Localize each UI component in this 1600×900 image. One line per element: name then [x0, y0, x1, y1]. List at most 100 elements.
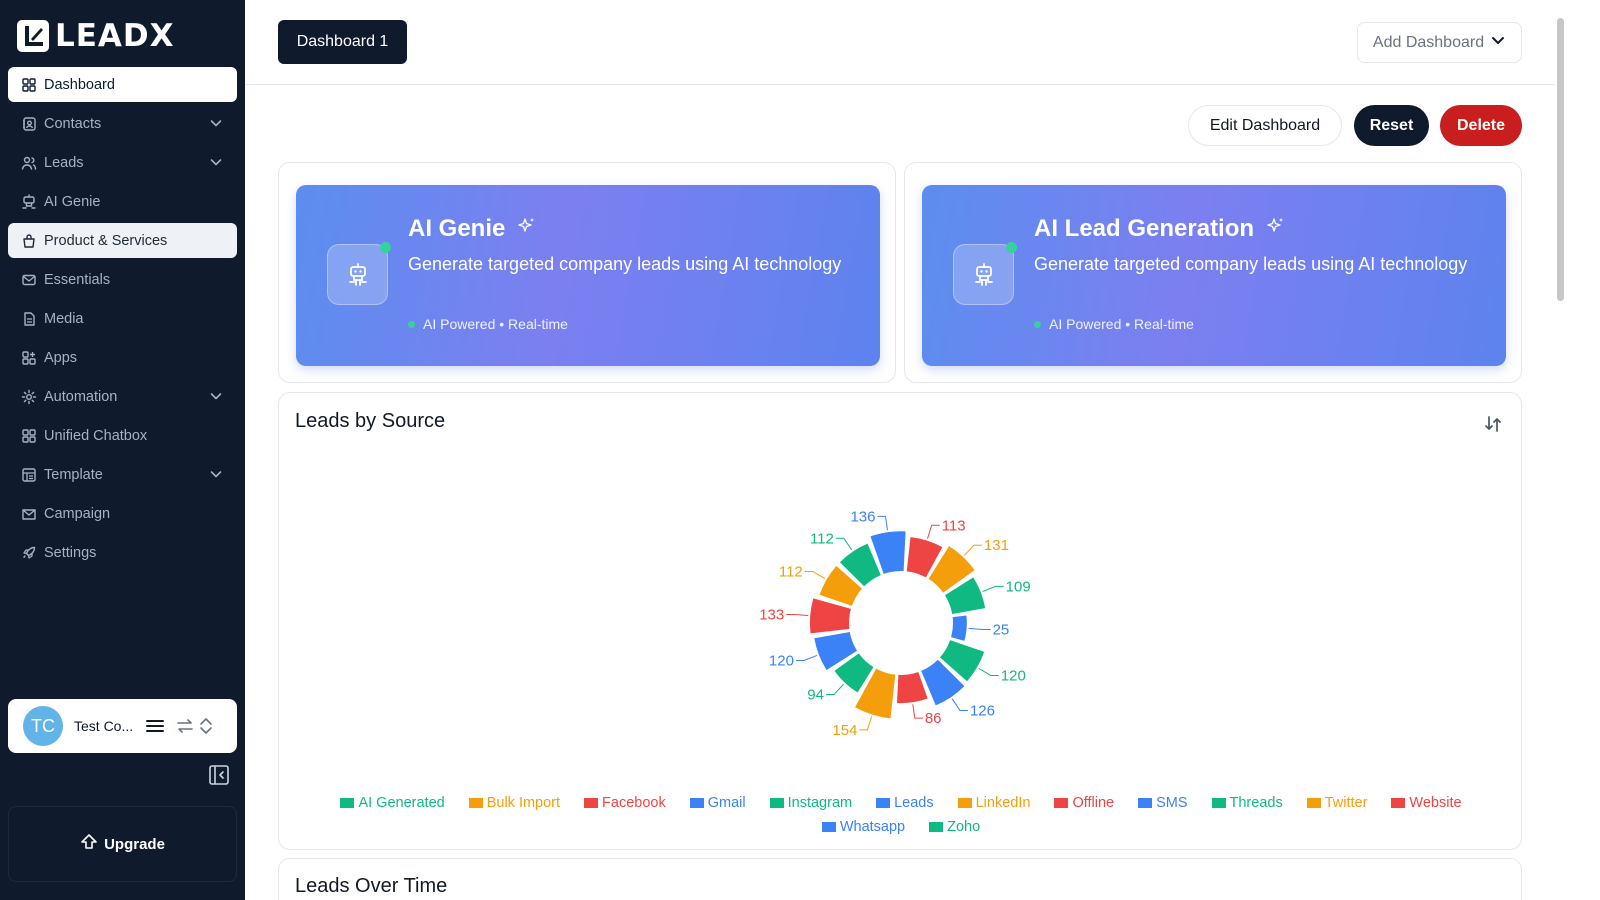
sidebar-nav: Dashboard Contacts Leads AI Genie Product & … — [8, 67, 237, 574]
chart-legend: AI Generated Bulk Import Facebook Gmail Inst… — [279, 795, 1523, 835]
bag-icon — [21, 233, 37, 249]
label-line — [795, 654, 818, 662]
ai-genie-card: AI Genie Generate targeted company leads… — [278, 162, 896, 383]
sidebar-item-ai-genie[interactable]: AI Genie — [8, 184, 237, 219]
legend-item-whatsapp[interactable]: Whatsapp — [821, 819, 906, 835]
leads-over-time-card: Leads Over Time — [278, 858, 1522, 900]
label-line — [786, 613, 809, 617]
legend-item-zoho[interactable]: Zoho — [929, 819, 980, 835]
sidebar-item-product-and-services[interactable]: Product & Services — [8, 223, 237, 258]
legend-item-bulk-import[interactable]: Bulk Import — [468, 795, 561, 811]
legend-item-facebook[interactable]: Facebook — [584, 795, 666, 811]
avatar[interactable]: TC — [23, 706, 63, 746]
user-name: Test Co... — [74, 718, 134, 734]
donut-slice[interactable] — [951, 615, 967, 641]
chevron-down-icon[interactable] — [209, 467, 223, 481]
ai-genie-banner[interactable]: AI Genie Generate targeted company leads… — [296, 185, 880, 366]
sidebar-item-label: Dashboard — [44, 76, 115, 93]
card-title: Leads Over Time — [295, 875, 448, 897]
collapse-sidebar-icon[interactable] — [208, 764, 230, 786]
switch-icon[interactable] — [174, 715, 196, 737]
donut-slice[interactable] — [809, 598, 851, 634]
edit-dashboard-button[interactable]: Edit Dashboard — [1188, 105, 1342, 146]
sidebar-item-apps[interactable]: Apps — [8, 340, 237, 375]
logo-icon — [17, 20, 49, 52]
sidebar-item-leads[interactable]: Leads — [8, 145, 237, 180]
scrollbar-thumb[interactable] — [1557, 18, 1564, 301]
legend-swatch — [876, 798, 891, 808]
sidebar-item-label: Automation — [44, 388, 118, 405]
sidebar-item-dashboard[interactable]: Dashboard — [8, 67, 237, 102]
legend-swatch — [468, 798, 483, 808]
slice-value-label: 86 — [925, 710, 942, 727]
legend-label: Instagram — [787, 795, 853, 811]
menu-icon[interactable] — [144, 715, 166, 737]
legend-item-offline[interactable]: Offline — [1054, 795, 1114, 811]
legend-item-sms[interactable]: SMS — [1138, 795, 1188, 811]
topbar: Dashboard 1 Add Dashboard — [245, 0, 1555, 85]
sidebar-item-template[interactable]: Template — [8, 457, 237, 492]
legend-label: Gmail — [707, 795, 746, 811]
label-line — [982, 585, 1004, 592]
slice-value-label: 154 — [832, 722, 857, 739]
legend-item-linkedin[interactable]: LinkedIn — [957, 795, 1030, 811]
promo-meta-text: AI Powered • Real-time — [1049, 316, 1194, 332]
reset-button[interactable]: Reset — [1354, 105, 1429, 146]
tab-dashboard-1[interactable]: Dashboard 1 — [278, 20, 407, 64]
sidebar-item-settings[interactable]: Settings — [8, 535, 237, 570]
slice-value-label: 25 — [993, 622, 1010, 639]
legend-label: Bulk Import — [486, 795, 561, 811]
legend-item-twitter[interactable]: Twitter — [1306, 795, 1367, 811]
slice-value-label: 112 — [779, 563, 803, 580]
grid-icon — [21, 428, 37, 444]
legend-item-instagram[interactable]: Instagram — [769, 795, 853, 811]
sparkle-icon — [517, 215, 537, 243]
sidebar-item-campaign[interactable]: Campaign — [8, 496, 237, 531]
chevron-down-icon[interactable] — [209, 155, 223, 169]
legend-swatch — [584, 798, 599, 808]
legend-item-website[interactable]: Website — [1391, 795, 1462, 811]
legend-item-gmail[interactable]: Gmail — [689, 795, 746, 811]
slice-value-label: 136 — [850, 508, 875, 525]
sidebar-item-label: Product & Services — [44, 232, 168, 249]
legend-item-threads[interactable]: Threads — [1211, 795, 1283, 811]
slice-value-label: 120 — [1001, 667, 1026, 684]
legend-label: Offline — [1072, 795, 1115, 811]
promo-meta-text: AI Powered • Real-time — [423, 316, 568, 332]
label-line — [912, 704, 923, 719]
promo-title-text: AI Genie — [408, 215, 506, 242]
promo-description: Generate targeted company leads using AI… — [408, 254, 842, 274]
sidebar-item-media[interactable]: Media — [8, 301, 237, 336]
slice-value-label: 112 — [810, 530, 834, 547]
label-line — [877, 515, 888, 531]
legend-label: Whatsapp — [839, 819, 906, 835]
upgrade-arrow-icon — [80, 833, 98, 855]
brand-logo[interactable]: LEADX — [17, 18, 175, 54]
chevron-down-icon[interactable] — [209, 389, 223, 403]
legend-item-leads[interactable]: Leads — [876, 795, 934, 811]
upgrade-button[interactable]: Upgrade — [8, 806, 237, 882]
slice-value-label: 120 — [769, 653, 794, 670]
legend-swatch — [1054, 798, 1069, 808]
add-dashboard-dropdown[interactable]: Add Dashboard — [1357, 22, 1522, 63]
sidebar-item-contacts[interactable]: Contacts — [8, 106, 237, 141]
legend-swatch — [821, 822, 836, 832]
donut-slice[interactable] — [896, 672, 928, 704]
slice-value-label: 133 — [759, 606, 784, 623]
sidebar-item-unified-chatbox[interactable]: Unified Chatbox — [8, 418, 237, 453]
upgrade-label: Upgrade — [104, 835, 165, 853]
sidebar: LEADX Dashboard Contacts Leads AI Genie Prod… — [0, 0, 245, 900]
label-line — [927, 524, 940, 539]
sidebar-item-label: Essentials — [44, 271, 111, 288]
users-icon — [21, 155, 37, 171]
legend-swatch — [689, 798, 704, 808]
user-card[interactable]: TC Test Co... — [8, 699, 237, 753]
chevron-down-icon[interactable] — [209, 116, 223, 130]
sidebar-item-essentials[interactable]: Essentials — [8, 262, 237, 297]
chevron-updown-icon[interactable] — [198, 715, 214, 737]
legend-label: Leads — [894, 795, 934, 811]
ai-lead-generation-banner[interactable]: AI Lead Generation Generate targeted com… — [922, 185, 1506, 366]
delete-button[interactable]: Delete — [1440, 105, 1522, 146]
legend-item-ai-generated[interactable]: AI Generated — [340, 795, 445, 811]
sidebar-item-automation[interactable]: Automation — [8, 379, 237, 414]
